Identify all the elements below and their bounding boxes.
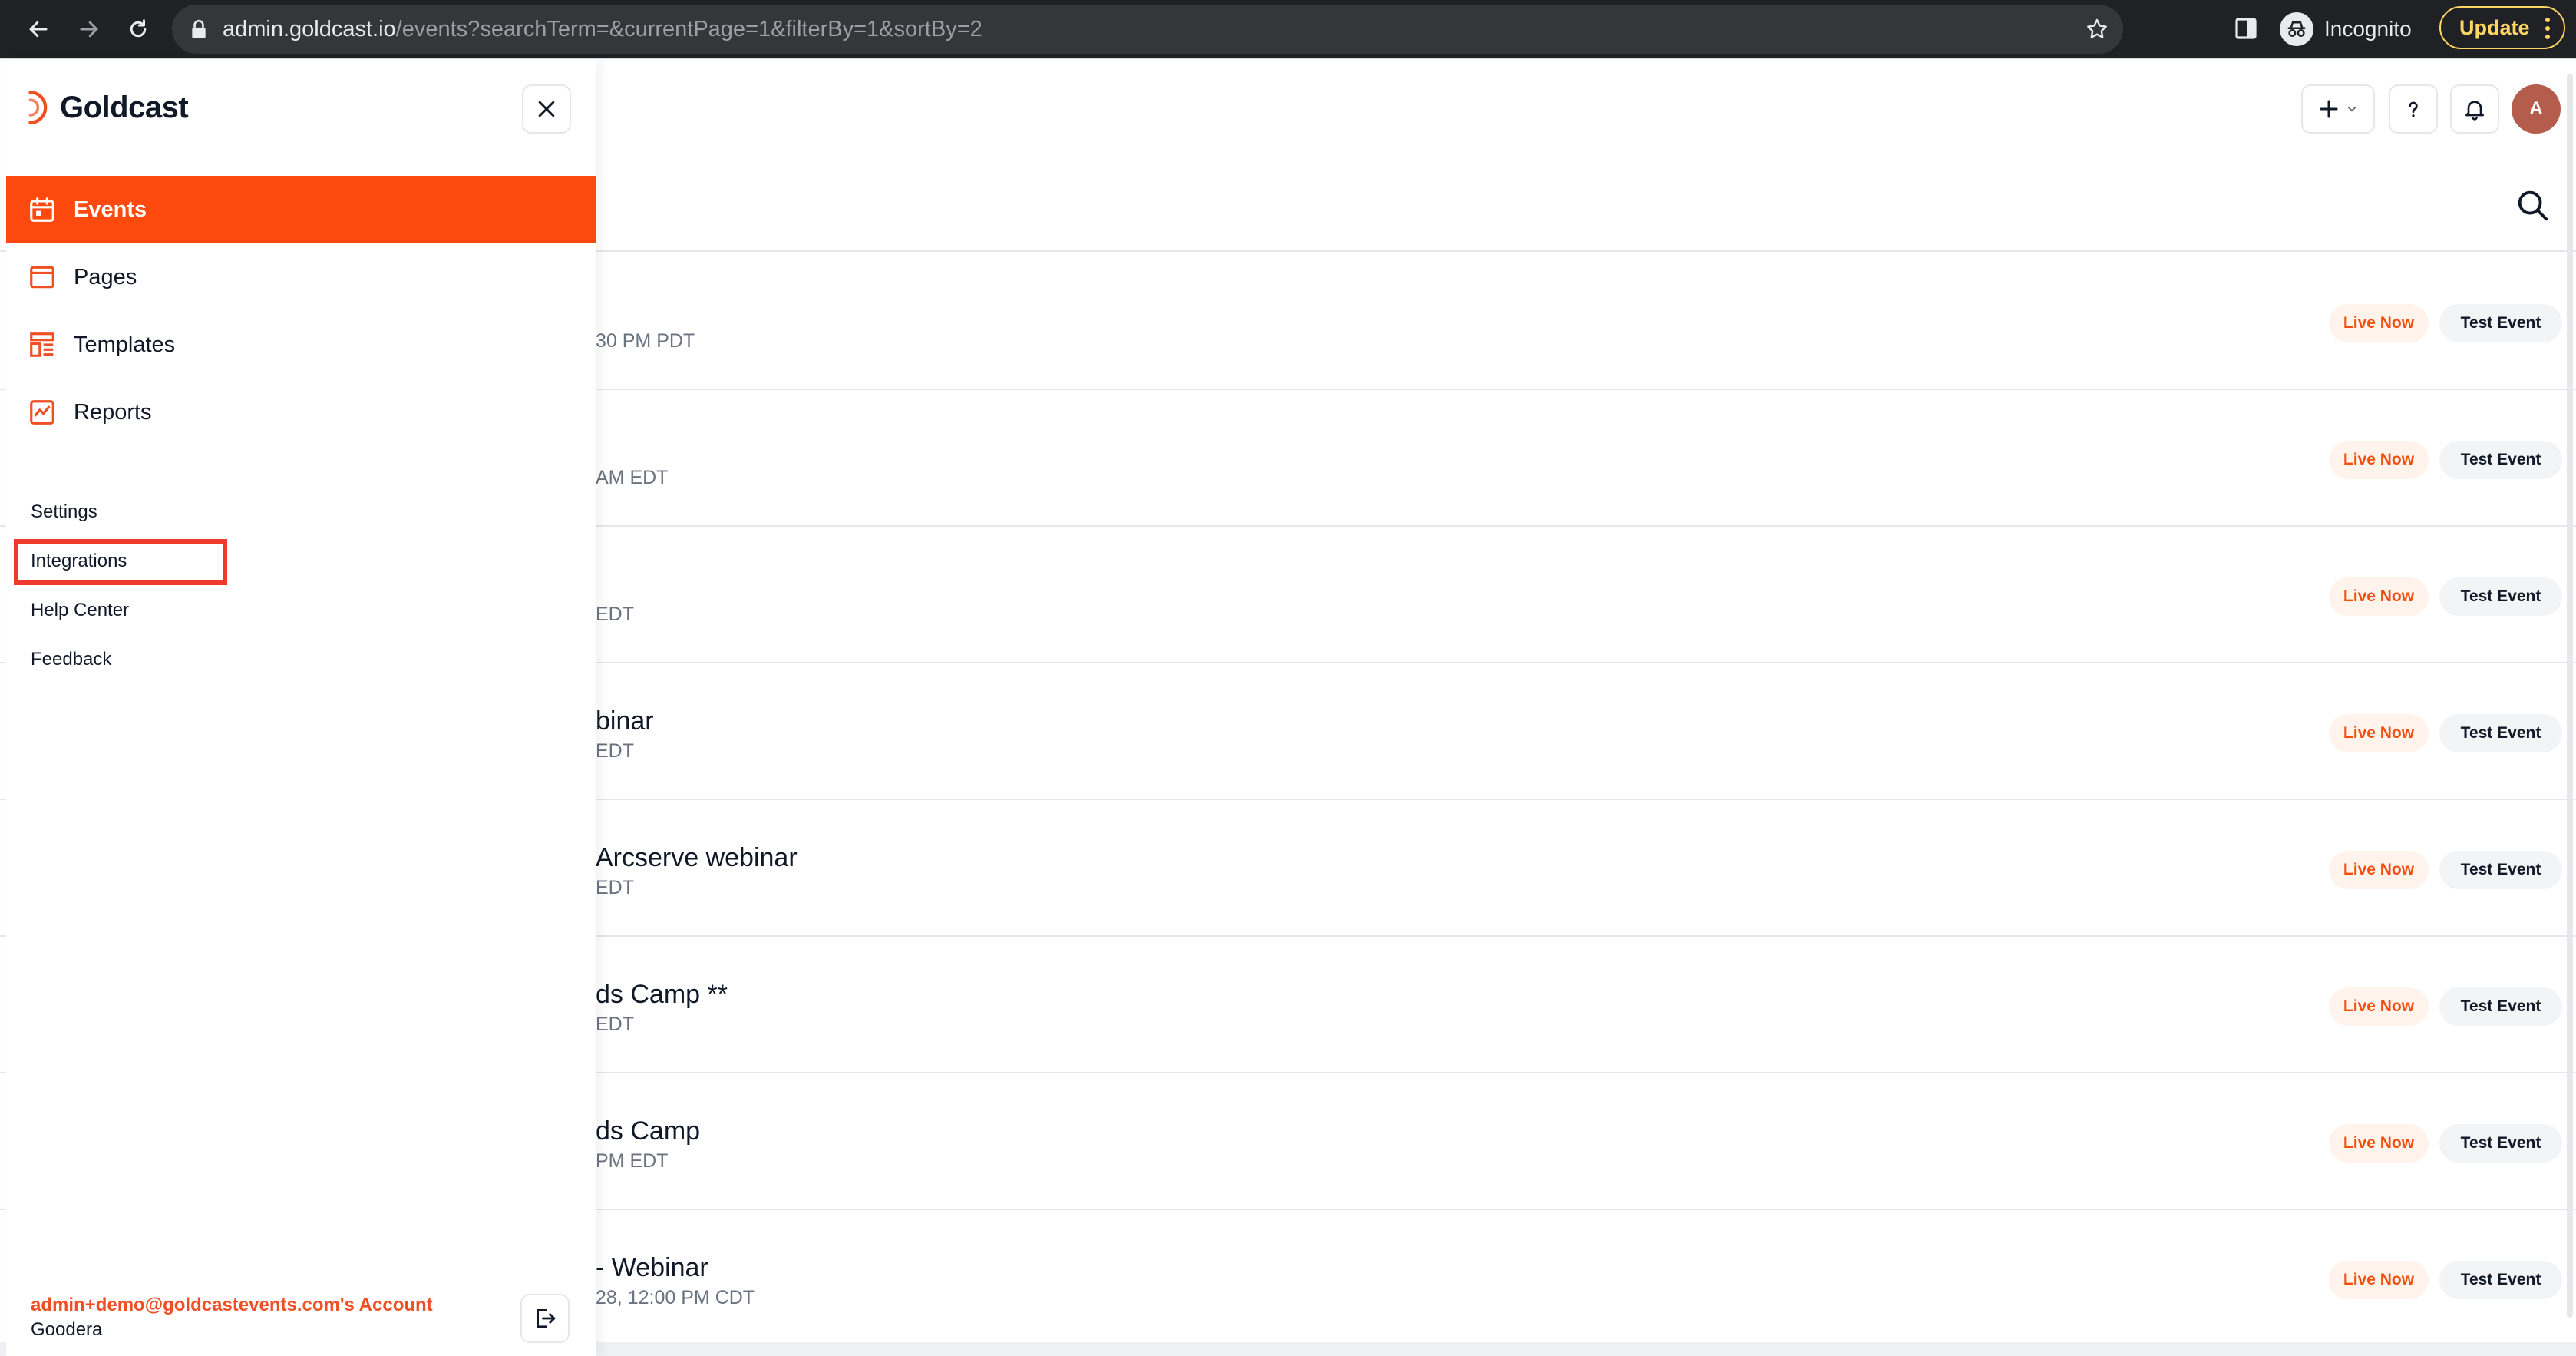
url-host: admin.goldcast.io (223, 16, 396, 41)
incognito-indicator[interactable]: Incognito (2280, 6, 2412, 52)
question-icon (2409, 101, 2418, 117)
test-event-badge: Test Event (2439, 1124, 2562, 1163)
back-button[interactable] (20, 11, 57, 48)
vertical-scrollbar[interactable] (2567, 74, 2573, 1318)
settings-link[interactable]: Settings (31, 501, 97, 523)
url-path: /events?searchTerm=&currentPage=1&filter… (395, 16, 983, 41)
feedback-link[interactable]: Feedback (31, 649, 111, 670)
goldcast-logo[interactable]: Goldcast (26, 90, 189, 125)
event-date: EDT (596, 877, 634, 898)
event-date: PM EDT (596, 1150, 669, 1172)
create-button[interactable] (2301, 84, 2375, 134)
goldcast-logo-mark (28, 91, 48, 124)
event-title: ds Camp (596, 1116, 701, 1146)
event-date: EDT (596, 1014, 634, 1035)
update-button[interactable]: Update (2439, 6, 2565, 49)
nav-item-templates[interactable]: Templates (6, 311, 596, 379)
update-label: Update (2459, 15, 2530, 39)
test-event-badge: Test Event (2439, 851, 2562, 889)
url-text: admin.goldcast.io/events?searchTerm=&cur… (223, 17, 983, 42)
live-now-badge: Live Now (2329, 987, 2429, 1026)
page-icon (30, 266, 54, 289)
test-event-badge: Test Event (2439, 577, 2562, 616)
calendar-icon (30, 197, 54, 222)
incognito-label: Incognito (2324, 17, 2412, 41)
live-now-badge: Live Now (2329, 304, 2429, 342)
test-event-badge: Test Event (2439, 714, 2562, 752)
nav-item-pages[interactable]: Pages (6, 243, 596, 311)
arrow-right-icon (80, 21, 98, 38)
test-event-badge: Test Event (2439, 304, 2562, 342)
search-icon[interactable] (2515, 187, 2550, 223)
plus-icon (2320, 100, 2338, 118)
lock-icon (192, 19, 206, 38)
user-avatar[interactable]: A (2512, 84, 2561, 134)
chevron-down-icon (2347, 107, 2356, 112)
test-event-badge: Test Event (2439, 441, 2562, 479)
more-vert-icon (2545, 18, 2550, 39)
reload-icon (130, 19, 147, 38)
close-drawer-button[interactable] (522, 84, 571, 134)
nav-label-pages: Pages (74, 264, 137, 289)
test-event-badge: Test Event (2439, 987, 2562, 1026)
navigation-drawer: Goldcast Events Pages Templates Reports … (6, 59, 596, 1356)
account-email: admin+demo@goldcastevents.com's Account (31, 1295, 433, 1315)
integrations-highlight-box (14, 539, 227, 585)
chart-icon (30, 400, 54, 425)
bookmark-star-icon[interactable] (2085, 17, 2109, 41)
brand-name: Goldcast (60, 90, 189, 124)
reload-button[interactable] (120, 11, 157, 48)
event-date: EDT (596, 740, 634, 762)
nav-label-events: Events (74, 197, 147, 222)
logout-icon (537, 1309, 556, 1328)
help-center-link[interactable]: Help Center (31, 600, 129, 621)
event-date: 30 PM PDT (596, 330, 695, 352)
address-bar[interactable]: admin.goldcast.io/events?searchTerm=&cur… (172, 5, 2123, 54)
live-now-badge: Live Now (2329, 577, 2429, 616)
nav-label-reports: Reports (74, 399, 152, 425)
event-date: EDT (596, 604, 634, 625)
arrow-left-icon (29, 21, 48, 38)
nav-label-templates: Templates (74, 332, 176, 357)
event-date: 28, 12:00 PM CDT (596, 1287, 755, 1308)
event-title: ds Camp ** (596, 980, 728, 1009)
test-event-badge: Test Event (2439, 1261, 2562, 1299)
event-title: - Webinar (596, 1253, 708, 1282)
notifications-button[interactable] (2450, 84, 2499, 134)
live-now-badge: Live Now (2329, 441, 2429, 479)
live-now-badge: Live Now (2329, 714, 2429, 752)
help-button[interactable] (2389, 84, 2438, 134)
incognito-icon (2280, 12, 2313, 46)
event-date: AM EDT (596, 467, 669, 488)
live-now-badge: Live Now (2329, 1261, 2429, 1299)
account-org: Goodera (31, 1319, 103, 1340)
side-panel-icon[interactable] (2234, 15, 2258, 41)
forward-button[interactable] (71, 11, 107, 48)
nav-item-reports[interactable]: Reports (6, 379, 596, 446)
bell-icon (2465, 101, 2484, 121)
live-now-badge: Live Now (2329, 851, 2429, 889)
live-now-badge: Live Now (2329, 1124, 2429, 1163)
event-title: Arcserve webinar (596, 843, 798, 872)
logout-button[interactable] (520, 1294, 570, 1343)
event-title: binar (596, 706, 654, 736)
close-icon (538, 101, 555, 117)
browser-toolbar: admin.goldcast.io/events?searchTerm=&cur… (0, 0, 2576, 58)
nav-item-events[interactable]: Events (6, 176, 596, 243)
template-icon (30, 332, 54, 357)
